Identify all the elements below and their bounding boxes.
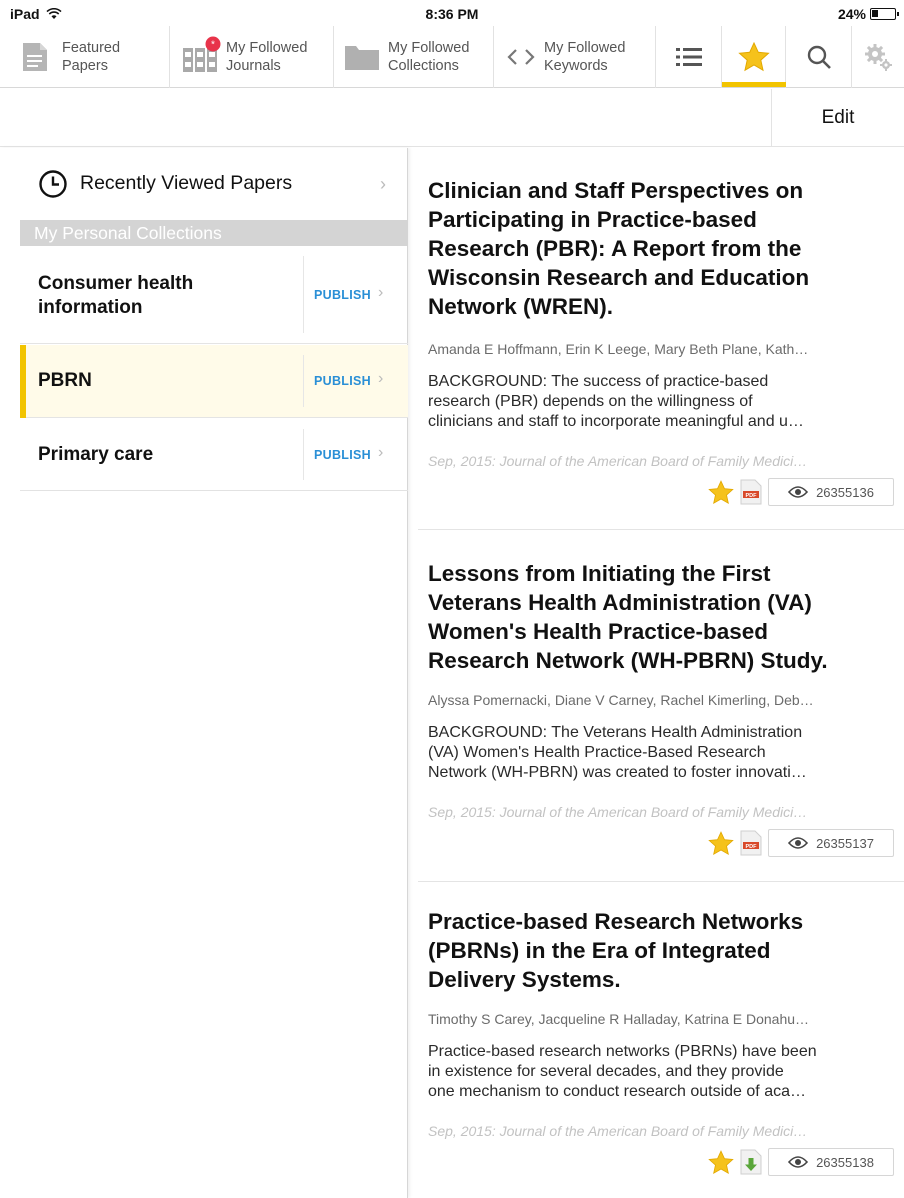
search-button[interactable] [786, 26, 852, 88]
settings-button[interactable] [852, 26, 904, 88]
featured-label-line1: Featured [62, 40, 121, 56]
paper-abstract: BACKGROUND: The success of practice-base… [428, 373, 804, 430]
tab-featured-papers[interactable]: Featured Papers [0, 26, 170, 88]
featured-label-line2: Papers [62, 58, 108, 74]
section-header: My Personal Collections [20, 220, 408, 246]
publish-button[interactable]: PUBLISH [314, 288, 371, 302]
tab-followed-keywords[interactable]: My Followed Keywords [494, 26, 656, 88]
journals-label-line2: Journals [226, 58, 281, 74]
pmid-badge[interactable]: 26355137 [768, 829, 894, 857]
active-tab-indicator [722, 82, 786, 87]
paper-journal: Sep, 2015: Journal of the American Board… [428, 453, 808, 469]
collection-name: Primary care [38, 444, 154, 465]
collection-item-primary-care[interactable]: Primary care PUBLISH › [20, 419, 408, 491]
paper-journal: Sep, 2015: Journal of the American Board… [428, 804, 808, 820]
tab-followed-journals[interactable]: * My Followed Journals [170, 26, 334, 88]
paper-abstract: BACKGROUND: The Veterans Health Administ… [428, 724, 807, 781]
collections-label-line2: Collections [388, 58, 459, 74]
star-icon[interactable] [708, 1149, 734, 1175]
edit-bar: Edit [0, 89, 904, 147]
clock-time: 8:36 PM [425, 6, 479, 22]
recently-viewed-label: Recently Viewed Papers [80, 172, 293, 194]
svg-text:PDF: PDF [746, 844, 758, 850]
notification-badge-icon: * [205, 36, 221, 52]
paper-abstract: Practice-based research networks (PBRNs)… [428, 1043, 817, 1100]
document-icon [23, 43, 47, 71]
paper-title[interactable]: Clinician and Staff Perspectives on Part… [428, 176, 894, 321]
paper-journal: Sep, 2015: Journal of the American Board… [428, 1123, 808, 1139]
paper-actions: PDF 26355137 [708, 829, 894, 857]
battery-icon [870, 8, 899, 20]
chevron-right-icon: › [380, 174, 386, 194]
chevron-right-icon: › [378, 284, 384, 301]
top-toolbar: Featured Papers * My Followed Journals M… [0, 26, 904, 88]
active-collection-marker [20, 345, 26, 418]
svg-text:PDF: PDF [746, 493, 758, 499]
eye-icon [788, 486, 809, 498]
paper-authors: Alyssa Pomernacki, Diane V Carney, Rache… [428, 692, 814, 708]
edit-button[interactable]: Edit [771, 89, 904, 147]
star-icon [737, 42, 770, 72]
pmid-value: 26355138 [816, 1154, 874, 1170]
keywords-label-line1: My Followed [544, 40, 626, 56]
list-icon [675, 48, 702, 66]
star-icon[interactable] [708, 479, 734, 505]
paper-title[interactable]: Lessons from Initiating the First Vetera… [428, 559, 894, 675]
eye-icon [788, 837, 809, 849]
recently-viewed-row[interactable]: Recently Viewed Papers › [0, 148, 408, 220]
battery-percent: 24% [837, 6, 866, 22]
paper-actions: PDF 26355136 [708, 478, 894, 506]
download-icon[interactable] [740, 1149, 762, 1175]
collections-label-line1: My Followed [388, 40, 470, 56]
collection-name: PBRN [38, 370, 92, 391]
tab-followed-collections[interactable]: My Followed Collections [334, 26, 494, 88]
paper-card[interactable]: Clinician and Staff Perspectives on Part… [428, 176, 894, 516]
chevron-right-icon: › [378, 370, 384, 387]
paper-authors: Timothy S Carey, Jacqueline R Halladay, … [428, 1011, 810, 1027]
folder-icon [345, 46, 379, 70]
pmid-badge[interactable]: 26355136 [768, 478, 894, 506]
keywords-label-line2: Keywords [544, 58, 608, 74]
collection-item-consumer-health[interactable]: Consumer health information PUBLISH › [20, 246, 408, 344]
collection-name-line1: Consumer health [38, 273, 194, 294]
journals-label-line1: My Followed [226, 40, 308, 56]
search-icon [807, 45, 831, 69]
pmid-badge[interactable]: 26355138 [768, 1148, 894, 1176]
pmid-value: 26355137 [816, 835, 874, 851]
paper-card[interactable]: Practice-based Research Networks (PBRNs)… [428, 907, 894, 1187]
publish-button[interactable]: PUBLISH [314, 374, 371, 388]
pmid-value: 26355136 [816, 484, 874, 500]
paper-title[interactable]: Practice-based Research Networks (PBRNs)… [428, 907, 894, 994]
paper-card[interactable]: Lessons from Initiating the First Vetera… [428, 559, 894, 869]
paper-actions: 26355138 [708, 1148, 894, 1176]
collections-sidebar: Recently Viewed Papers › My Personal Col… [0, 148, 408, 1198]
collection-item-pbrn[interactable]: PBRN PUBLISH › [20, 345, 408, 418]
chevron-right-icon: › [378, 444, 384, 461]
list-view-button[interactable] [656, 26, 722, 88]
collection-name-line2: information [38, 297, 143, 318]
pdf-icon[interactable]: PDF [740, 830, 762, 856]
publish-button[interactable]: PUBLISH [314, 448, 371, 462]
clock-icon [39, 170, 67, 198]
status-bar: iPad 8:36 PM 24% [0, 0, 904, 26]
paper-authors: Amanda E Hoffmann, Erin K Leege, Mary Be… [428, 341, 809, 357]
code-brackets-icon [507, 49, 535, 65]
star-icon[interactable] [708, 830, 734, 856]
gear-icon [865, 44, 892, 71]
eye-icon [788, 1156, 809, 1168]
pdf-icon[interactable]: PDF [740, 479, 762, 505]
svg-text:*: * [211, 40, 215, 51]
favorites-button[interactable] [722, 26, 786, 88]
